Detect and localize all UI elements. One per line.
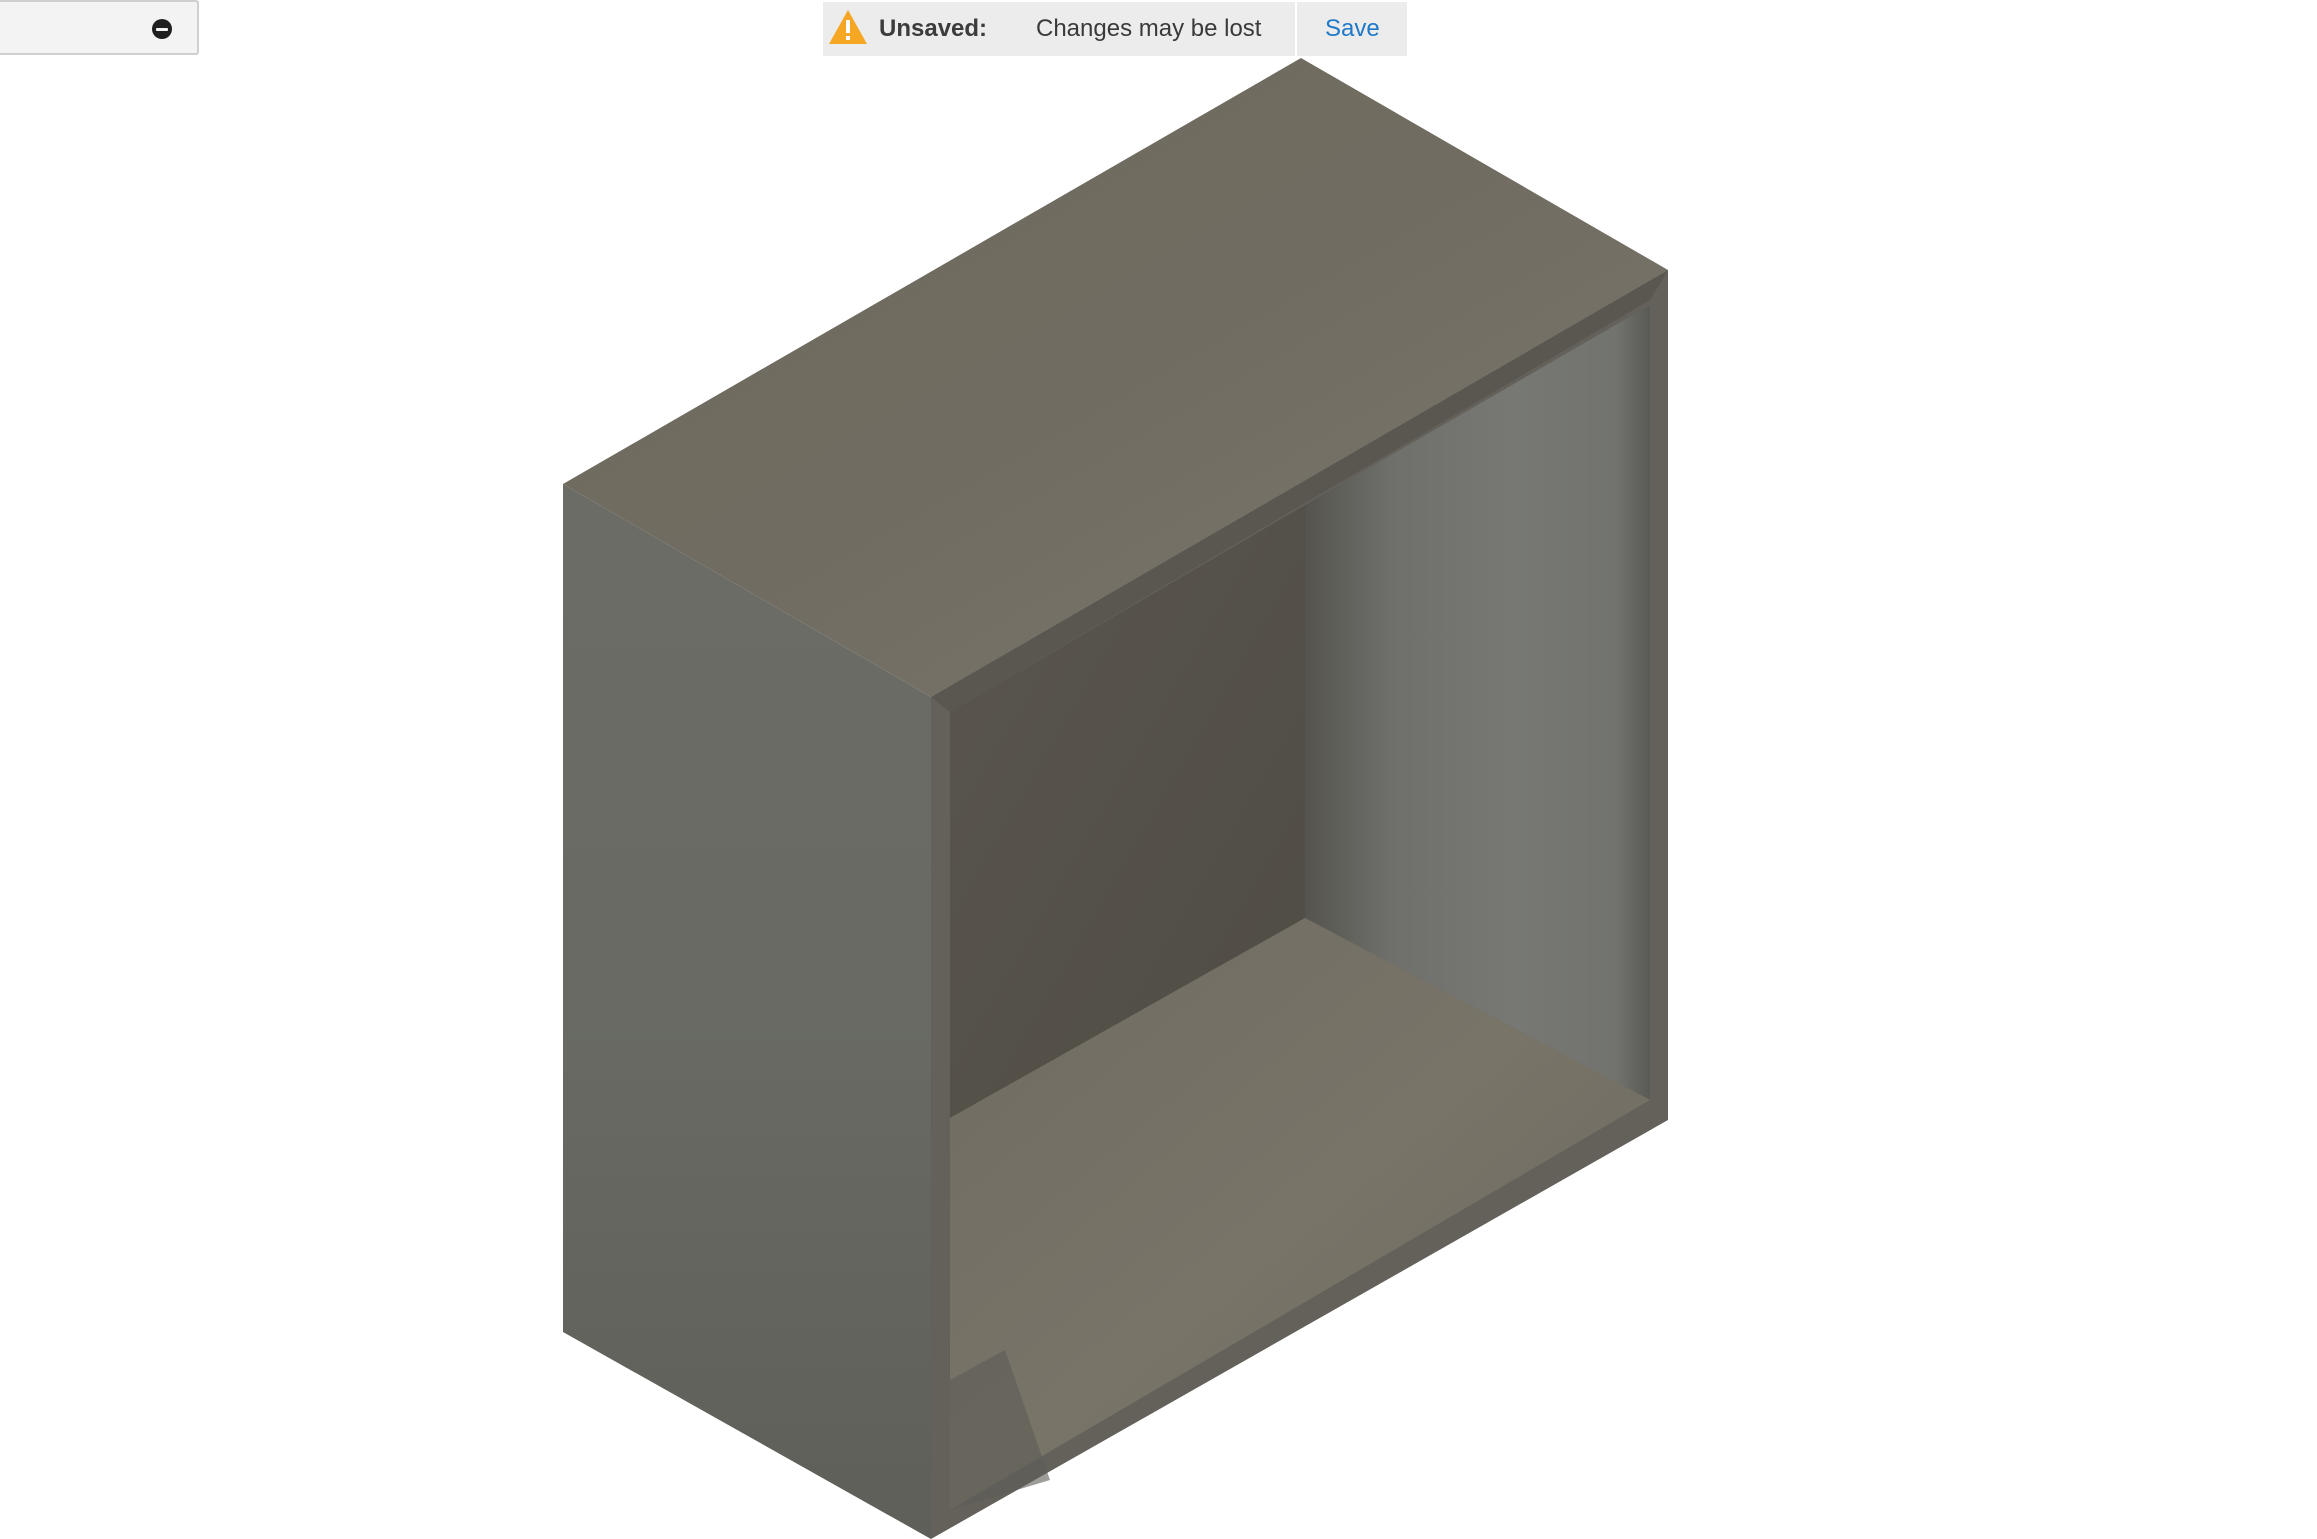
save-button[interactable]: Save bbox=[1325, 2, 1380, 56]
warning-icon bbox=[829, 10, 867, 44]
divider bbox=[1295, 2, 1297, 56]
model-viewport[interactable] bbox=[0, 0, 2317, 1539]
box-model[interactable] bbox=[563, 58, 1668, 1539]
unsaved-notification-bar: Unsaved: Changes may be lost Save bbox=[823, 2, 1407, 56]
browser-panel-pill[interactable] bbox=[0, 0, 199, 55]
minus-bar bbox=[156, 27, 168, 31]
unsaved-status-label: Unsaved: bbox=[879, 15, 988, 42]
changes-message: Changes may be lost bbox=[1036, 15, 1262, 42]
collapse-icon[interactable] bbox=[152, 19, 172, 39]
